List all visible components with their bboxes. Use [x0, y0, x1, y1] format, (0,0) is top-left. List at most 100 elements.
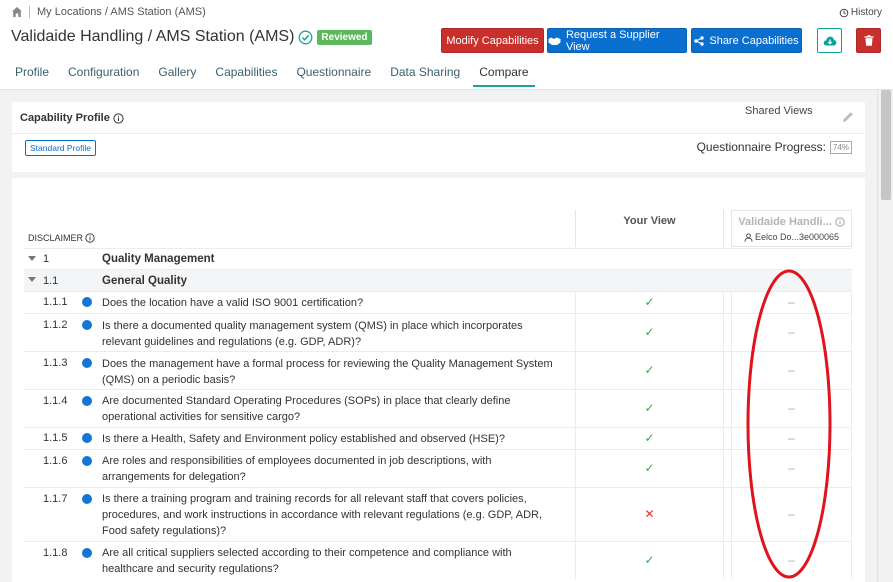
disclaimer[interactable]: DISCLAIMER [28, 233, 95, 243]
check-icon: ✓ [644, 431, 655, 445]
page-title: Validaide Handling / AMS Station (AMS) [11, 28, 295, 45]
shared-view-cell: – [731, 292, 852, 313]
question-number: 1.1.2 [43, 319, 68, 331]
question-row[interactable]: 1.1.2 Is there a documented quality mana… [24, 313, 852, 351]
subsection-row[interactable]: 1.1 General Quality [24, 269, 852, 291]
caret-down-icon[interactable] [28, 277, 36, 283]
section-row[interactable]: 1 Quality Management [24, 248, 852, 269]
breadcrumb-path[interactable]: My Locations / AMS Station (AMS) [37, 6, 206, 18]
trash-icon [864, 35, 873, 46]
verified-check-icon [298, 30, 313, 44]
shared-views-label: Shared Views [745, 105, 813, 117]
disclaimer-label: DISCLAIMER [28, 233, 84, 243]
cross-icon: ✕ [644, 507, 655, 521]
edit-pencil-icon[interactable] [841, 110, 855, 124]
question-text: Is there a training program and training… [102, 493, 543, 537]
question-number: 1.1.3 [43, 357, 68, 369]
tab-bar: Profile Configuration Gallery Capabiliti… [15, 65, 535, 87]
question-number: 1.1.7 [43, 493, 68, 505]
cloud-download-icon [823, 36, 836, 45]
shared-view-cell: – [731, 352, 852, 389]
question-row[interactable]: 1.1.7 Is there a training program and tr… [24, 487, 852, 541]
your-view-cell: ✓ [575, 352, 724, 389]
history-label[interactable]: History [851, 7, 882, 18]
shared-view-cell: – [731, 390, 852, 427]
tab-profile[interactable]: Profile [15, 65, 49, 87]
tab-gallery[interactable]: Gallery [158, 65, 196, 87]
section-title: Quality Management [102, 253, 215, 265]
your-view-cell: ✓ [575, 314, 724, 351]
your-view-cell: ✓ [575, 542, 724, 579]
your-view-cell: ✓ [575, 450, 724, 487]
question-text: Is there a documented quality management… [102, 320, 523, 348]
shared-view-name: Validaide Handli... [738, 216, 832, 228]
breadcrumb-separator [29, 6, 30, 18]
vertical-scrollbar[interactable] [877, 90, 893, 582]
dash-icon: – [788, 325, 795, 339]
check-icon: ✓ [644, 325, 655, 339]
standard-profile-tag[interactable]: Standard Profile [25, 140, 96, 156]
question-number: 1.1.8 [43, 547, 68, 559]
question-row[interactable]: 1.1.8 Are all critical suppliers selecte… [24, 541, 852, 579]
question-text: Does the management have a formal proces… [102, 358, 553, 386]
answered-dot-icon [82, 548, 92, 558]
answered-dot-icon [82, 297, 92, 307]
check-icon: ✓ [644, 295, 655, 309]
tab-capabilities[interactable]: Capabilities [215, 65, 277, 87]
share-capabilities-button[interactable]: Share Capabilities [691, 28, 802, 53]
shared-view-user: Eelco Do...3e000065 [732, 232, 851, 242]
question-number: 1.1.5 [43, 432, 68, 444]
user-icon [744, 232, 753, 242]
info-icon[interactable] [835, 217, 845, 227]
info-icon[interactable] [85, 233, 95, 243]
shared-view-cell: – [731, 488, 852, 541]
scrollbar-thumb[interactable] [881, 90, 891, 200]
question-row[interactable]: 1.1.3 Does the management have a formal … [24, 351, 852, 389]
answered-dot-icon [82, 358, 92, 368]
tab-data-sharing[interactable]: Data Sharing [390, 65, 460, 87]
history-link[interactable]: History [839, 7, 882, 18]
question-row[interactable]: 1.1.4 Are documented Standard Operating … [24, 389, 852, 427]
answered-dot-icon [82, 320, 92, 330]
capability-profile-title: Capability Profile [20, 112, 110, 124]
shared-view-cell: – [731, 428, 852, 449]
your-view-column-header: Your View [575, 210, 724, 247]
question-row[interactable]: 1.1.5 Is there a Health, Safety and Envi… [24, 427, 852, 449]
check-icon: ✓ [644, 461, 655, 475]
home-icon[interactable] [11, 6, 23, 18]
capability-profile-card: Capability Profile Standard Profile Ques… [12, 102, 865, 172]
dash-icon: – [788, 507, 795, 521]
answered-dot-icon [82, 396, 92, 406]
status-badge: Reviewed [317, 29, 372, 45]
answered-dot-icon [82, 456, 92, 466]
question-number: 1.1.1 [43, 296, 68, 308]
request-supplier-view-button[interactable]: Request a Supplier View [547, 28, 687, 53]
question-row[interactable]: 1.1.6 Are roles and responsibilities of … [24, 449, 852, 487]
info-icon[interactable] [113, 112, 124, 124]
your-view-cell: ✓ [575, 428, 724, 449]
divider [12, 133, 865, 134]
tab-configuration[interactable]: Configuration [68, 65, 139, 87]
delete-button[interactable] [856, 28, 881, 53]
check-icon: ✓ [644, 401, 655, 415]
history-icon [839, 8, 849, 17]
tab-compare[interactable]: Compare [473, 65, 535, 87]
dash-icon: – [788, 363, 795, 377]
questionnaire-progress: Questionnaire Progress: 74% [697, 140, 852, 154]
question-row[interactable]: 1.1.1 Does the location have a valid ISO… [24, 291, 852, 313]
download-button[interactable] [817, 28, 842, 53]
modify-capabilities-label: Modify Capabilities [446, 34, 539, 47]
caret-down-icon[interactable] [28, 256, 36, 262]
capability-profile-heading: Capability Profile [20, 112, 124, 124]
share-icon [694, 35, 705, 46]
shared-view-cell: – [731, 450, 852, 487]
shared-view-column-header[interactable]: Validaide Handli... Eelco Do...3e000065 [731, 210, 852, 247]
questionnaire-progress-label: Questionnaire Progress: [696, 140, 826, 154]
answered-dot-icon [82, 433, 92, 443]
modify-capabilities-button[interactable]: Modify Capabilities [441, 28, 544, 53]
shared-view-user-name: Eelco Do...3e000065 [754, 232, 840, 242]
question-number: 1.1.6 [43, 455, 68, 467]
tab-questionnaire[interactable]: Questionnaire [296, 65, 371, 87]
subsection-title: General Quality [102, 275, 188, 287]
subsection-number: 1.1 [43, 275, 59, 287]
